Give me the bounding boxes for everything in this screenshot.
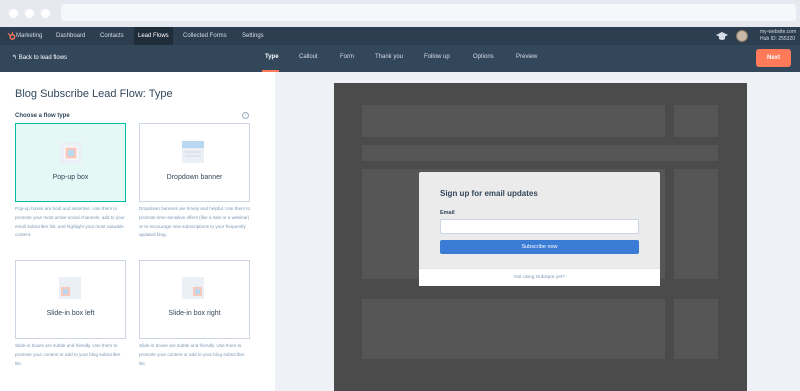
nav-lead-flows[interactable]: Lead Flows <box>134 27 173 45</box>
flow-option-slide-in-left[interactable]: Slide-in box left <box>15 260 126 339</box>
tab-form[interactable]: Form <box>340 54 354 60</box>
editor-toolbar: ↰ Back to lead flows Type Callout Form T… <box>0 45 800 72</box>
popup-box-icon <box>60 142 82 164</box>
nav-marketing[interactable]: Marketing <box>16 27 42 45</box>
flow-option-label: Slide-in box right <box>168 310 221 317</box>
page-title: Blog Subscribe Lead Flow: Type <box>15 88 173 100</box>
tab-callout[interactable]: Callout <box>299 54 318 60</box>
email-field-label: Email <box>440 210 455 216</box>
slide-in-right-icon <box>182 277 204 299</box>
avatar[interactable] <box>736 30 748 42</box>
browser-chrome <box>0 0 800 27</box>
help-icon[interactable]: ? <box>242 112 249 119</box>
academy-cap-icon[interactable] <box>716 31 728 41</box>
flow-option-slide-in-right[interactable]: Slide-in box right <box>139 260 250 339</box>
account-info[interactable]: my-website.com Hub ID: 255320 <box>760 29 796 43</box>
tab-preview[interactable]: Preview <box>516 54 537 60</box>
nav-collected-forms[interactable]: Collected Forms <box>183 27 227 45</box>
placeholder-block <box>674 299 718 359</box>
slide-in-left-icon <box>59 277 81 299</box>
account-hub-id: Hub ID: 255320 <box>760 36 796 42</box>
window-close-dot[interactable] <box>9 9 18 18</box>
nav-dashboard[interactable]: Dashboard <box>56 27 85 45</box>
popup-heading: Sign up for email updates <box>440 189 538 198</box>
flow-option-dropdown-banner[interactable]: Dropdown banner <box>139 123 250 202</box>
placeholder-block <box>362 105 665 137</box>
popup-preview-modal: Sign up for email updates Email Subscrib… <box>419 172 660 286</box>
tab-type[interactable]: Type <box>265 54 279 60</box>
nav-contacts[interactable]: Contacts <box>100 27 124 45</box>
email-field[interactable] <box>440 219 639 234</box>
popup-footer-link[interactable]: Not using HubSpot yet? <box>419 268 660 286</box>
account-site: my-website.com <box>760 29 797 35</box>
section-heading: Choose a flow type <box>15 113 70 119</box>
flow-option-label: Slide-in box left <box>46 310 95 317</box>
back-label: Back to lead flows <box>18 55 68 61</box>
subscribe-button[interactable]: Subscribe now <box>440 240 639 254</box>
tab-thank-you[interactable]: Thank you <box>375 54 403 60</box>
window-minimize-dot[interactable] <box>25 9 34 18</box>
back-link[interactable]: ↰ Back to lead flows <box>12 54 67 61</box>
flow-option-popup-box[interactable]: Pop-up box <box>15 123 126 202</box>
flow-option-description: Slide-in boxes are subtle and friendly. … <box>15 343 121 366</box>
flow-option-label: Dropdown banner <box>166 174 223 181</box>
placeholder-block <box>362 145 718 161</box>
dropdown-banner-icon <box>182 141 204 163</box>
placeholder-block <box>362 299 665 359</box>
window-maximize-dot[interactable] <box>41 9 50 18</box>
tab-follow-up[interactable]: Follow up <box>424 54 450 60</box>
flow-option-description: Pop-up boxes are bold and assertive. Use… <box>15 206 125 238</box>
sprocket-logo-icon[interactable] <box>7 31 16 41</box>
tab-options[interactable]: Options <box>473 54 494 60</box>
next-button[interactable]: Next <box>756 49 791 67</box>
flow-type-panel: Blog Subscribe Lead Flow: Type Choose a … <box>0 72 275 391</box>
placeholder-block <box>674 169 718 279</box>
top-nav: Marketing Dashboard Contacts Lead Flows … <box>0 27 800 45</box>
nav-settings[interactable]: Settings <box>242 27 264 45</box>
address-bar[interactable] <box>61 4 796 21</box>
flow-option-description: Dropdown banners are timely and helpful.… <box>139 206 251 238</box>
flow-option-label: Pop-up box <box>52 174 89 181</box>
back-arrow-icon: ↰ <box>12 55 19 61</box>
placeholder-block <box>674 105 718 137</box>
flow-option-description: Slide-in boxes are subtle and friendly. … <box>139 343 245 366</box>
